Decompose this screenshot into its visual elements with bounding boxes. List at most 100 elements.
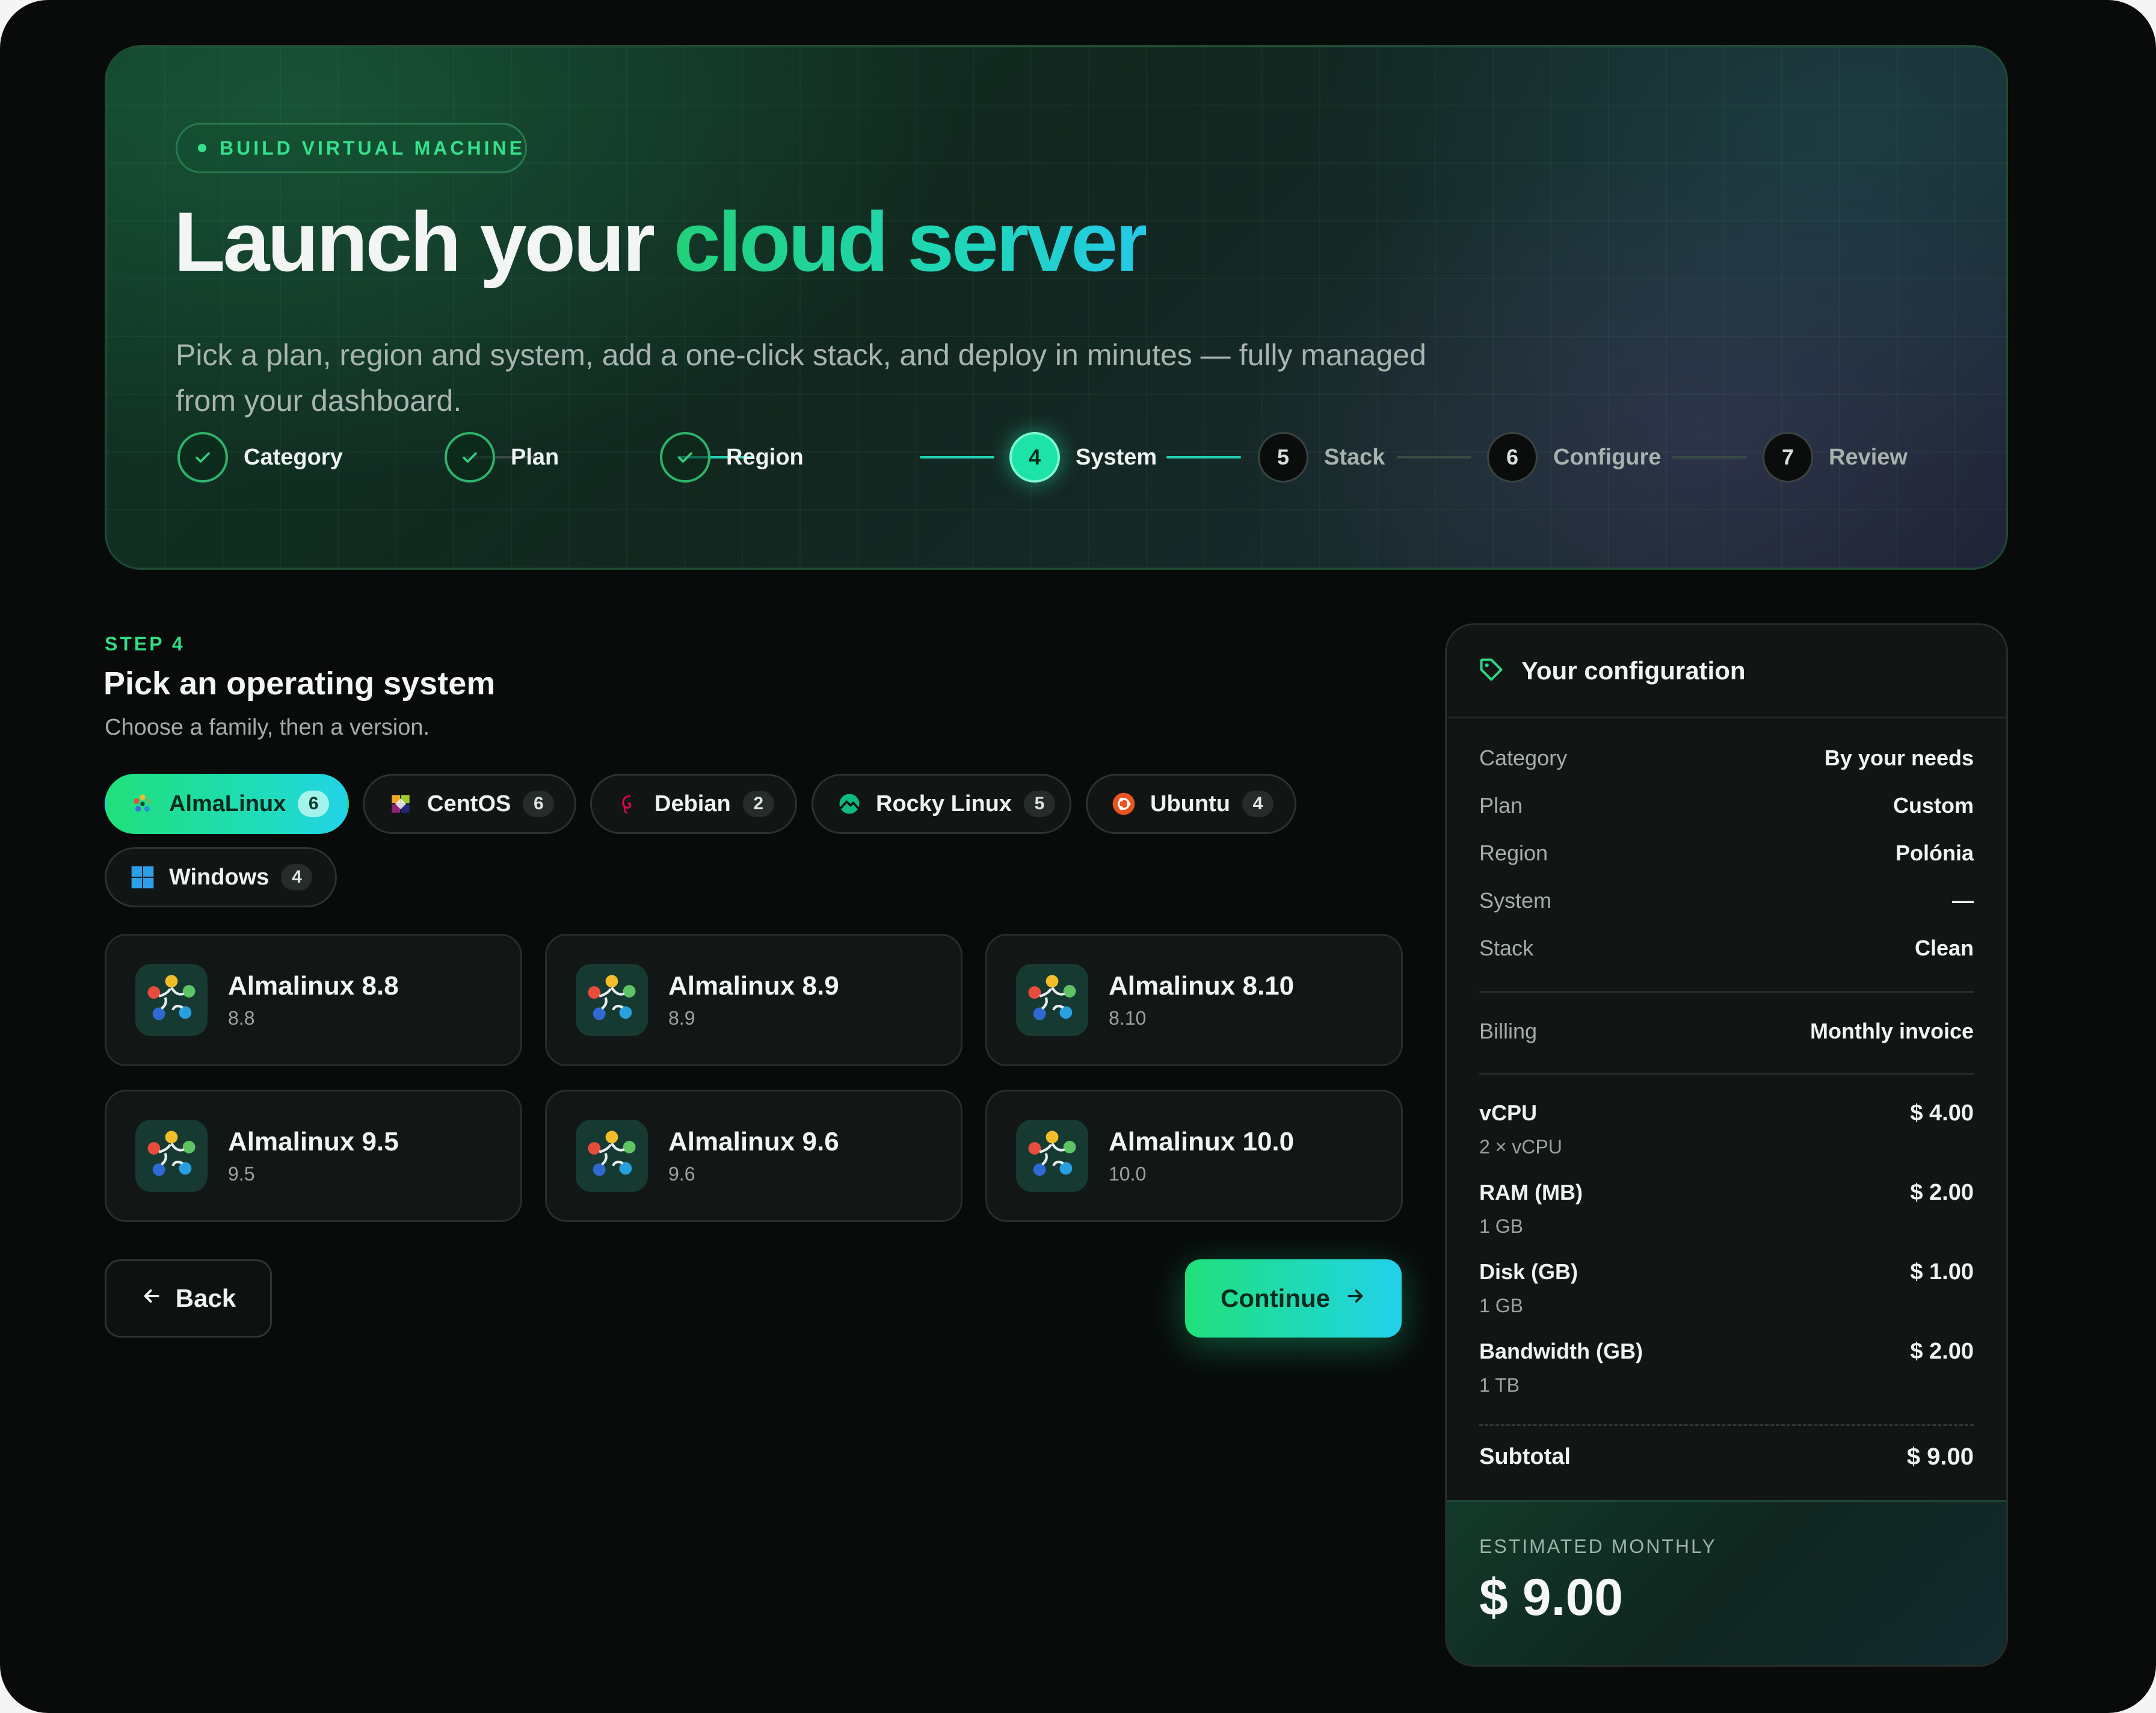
stepper-connector [1397,456,1471,458]
os-family-label: Debian [654,791,731,816]
step-category[interactable]: Category [177,432,343,483]
os-version-card[interactable]: Almalinux 8.10 8.10 [985,934,1403,1066]
os-version-number: 8.10 [1109,1007,1147,1029]
os-family-label: Windows [169,864,270,890]
continue-button[interactable]: Continue [1185,1259,1402,1338]
almalinux-logo-icon [135,964,208,1036]
ubuntu-icon [1109,789,1138,818]
estimated-label: ESTIMATED MONTHLY [1479,1536,1717,1557]
os-version-name: Almalinux 9.6 [668,1126,839,1156]
os-version-name: Almalinux 10.0 [1109,1126,1295,1156]
os-version-card[interactable]: Almalinux 8.9 8.9 [545,934,962,1066]
step-label: Plan [511,444,559,470]
subtotal-label: Subtotal [1479,1444,1571,1469]
step-review[interactable]: 7 Review [1763,432,1908,483]
price-row-vcpu: vCPU $ 4.00 2 × vCPU [1479,1100,1974,1158]
step-region[interactable]: Region [660,432,804,483]
windows-icon [128,863,157,892]
os-family-count: 2 [742,791,774,817]
summary-value: Polónia [1895,841,1974,865]
check-icon [177,432,228,483]
price-amount: $ 1.00 [1910,1259,1974,1285]
price-detail: 2 × vCPU [1479,1136,1562,1158]
configuration-summary-panel: Your configuration Category By your need… [1445,623,2008,1667]
os-version-name: Almalinux 9.5 [228,1126,399,1156]
section-subtitle: Choose a family, then a version. [105,715,430,740]
os-family-windows[interactable]: Windows 4 [105,847,337,907]
os-family-label: CentOS [427,791,511,816]
os-version-card[interactable]: Almalinux 9.6 9.6 [545,1090,962,1222]
price-name: vCPU [1479,1100,1538,1125]
step-label: Region [726,444,804,470]
dashed-divider [1479,1424,1974,1426]
continue-button-label: Continue [1221,1284,1330,1312]
price-detail: 1 GB [1479,1215,1523,1237]
hero-badge-label: BUILD VIRTUAL MACHINE [220,137,525,159]
os-version-number: 8.9 [668,1007,695,1029]
step-label: Review [1829,444,1908,470]
check-icon [445,432,495,483]
back-button-label: Back [175,1284,236,1312]
estimated-amount: $ 9.00 [1479,1569,1624,1626]
os-version-number: 9.6 [668,1162,695,1185]
price-detail: 1 TB [1479,1374,1520,1396]
os-version-name: Almalinux 8.8 [228,971,399,1001]
step-stack[interactable]: 5 Stack [1258,432,1385,483]
os-family-count: 6 [298,791,330,817]
os-family-ubuntu[interactable]: Ubuntu 4 [1086,774,1296,834]
os-family-count: 4 [281,864,313,890]
os-version-number: 10.0 [1109,1162,1147,1185]
step-system[interactable]: 4 System [1009,432,1157,483]
back-button[interactable]: Back [105,1259,272,1338]
os-family-debian[interactable]: Debian 2 [590,774,797,834]
almalinux-logo-icon [1016,1120,1088,1192]
os-family-count: 5 [1023,791,1055,817]
os-version-name: Almalinux 8.9 [668,971,839,1001]
page-title: Launch your cloud server [174,189,1148,294]
os-version-card[interactable]: Almalinux 10.0 10.0 [985,1090,1403,1222]
summary-row-region: Region Polónia [1479,841,1974,866]
almalinux-icon [128,789,157,818]
os-version-name: Almalinux 8.10 [1109,971,1295,1001]
divider [1479,1073,1974,1075]
os-family-almalinux[interactable]: AlmaLinux 6 [105,774,349,834]
os-family-label: AlmaLinux [169,791,286,816]
panel-header: Your configuration [1447,625,2006,718]
price-name: Bandwidth (GB) [1479,1339,1643,1363]
price-detail: 1 GB [1479,1295,1523,1316]
os-family-label: Ubuntu [1150,791,1230,816]
summary-row-stack: Stack Clean [1479,936,1974,961]
estimated-monthly-box: ESTIMATED MONTHLY $ 9.00 [1447,1500,2006,1665]
summary-row-billing: Billing Monthly invoice [1479,1019,1974,1044]
page-title-accent: cloud server [673,194,1148,289]
tag-icon [1478,656,1505,686]
os-family-centos[interactable]: CentOS 6 [363,774,576,834]
arrow-right-icon [1344,1284,1366,1313]
summary-value: Clean [1914,936,1974,960]
price-row-ram: RAM (MB) $ 2.00 1 GB [1479,1180,1974,1238]
os-family-rocky-linux[interactable]: Rocky Linux 5 [812,774,1071,834]
summary-key: Category [1479,745,1568,770]
centos-icon [386,789,415,818]
step-configure[interactable]: 6 Configure [1487,432,1661,483]
step-kicker: STEP 4 [105,633,185,655]
os-version-card[interactable]: Almalinux 9.5 9.5 [105,1090,522,1222]
panel-title: Your configuration [1521,656,1746,685]
step-plan[interactable]: Plan [445,432,559,483]
price-amount: $ 4.00 [1910,1100,1974,1126]
summary-value: Custom [1893,793,1974,818]
summary-row-category: Category By your needs [1479,745,1974,771]
price-name: Disk (GB) [1479,1259,1578,1284]
almalinux-logo-icon [1016,964,1088,1036]
summary-row-system: System — [1479,888,1974,913]
price-row-bandwidth: Bandwidth (GB) $ 2.00 1 TB [1479,1339,1974,1397]
summary-row-plan: Plan Custom [1479,793,1974,818]
os-version-card[interactable]: Almalinux 8.8 8.8 [105,934,522,1066]
summary-value: Monthly invoice [1810,1019,1974,1043]
os-version-number: 9.5 [228,1162,255,1185]
summary-key: Billing [1479,1019,1538,1043]
step-label: Category [244,444,343,470]
summary-key: Plan [1479,793,1523,818]
hero-badge: BUILD VIRTUAL MACHINE [176,123,527,173]
summary-key: Region [1479,841,1548,865]
